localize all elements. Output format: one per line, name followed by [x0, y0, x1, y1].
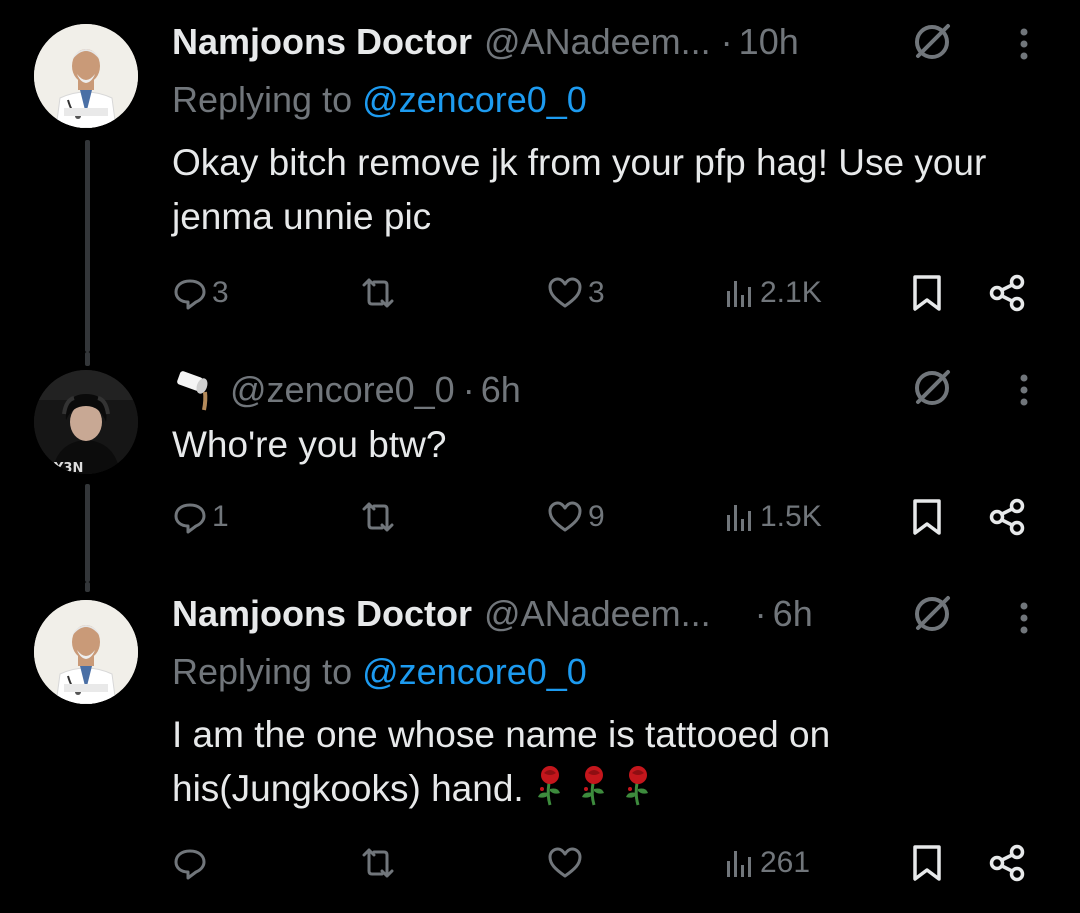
views-button[interactable]: 1.5K	[724, 492, 822, 542]
replying-to-label: Replying to	[172, 79, 363, 120]
wilted-rose-icon	[537, 766, 560, 806]
separator-dot: ·	[462, 369, 475, 410]
display-name[interactable]: Namjoons Doctor	[172, 592, 472, 636]
share-button[interactable]	[988, 492, 1028, 542]
more-options-icon[interactable]	[1012, 596, 1036, 640]
doctor-avatar-image	[34, 600, 138, 704]
reply-icon	[174, 503, 206, 534]
timestamp[interactable]: 10h	[739, 20, 799, 64]
analytics-icon	[727, 281, 751, 307]
retweet-icon	[362, 848, 394, 878]
avatar-shirt-text: Y3N	[53, 461, 83, 474]
share-button[interactable]	[988, 838, 1028, 888]
share-icon	[989, 274, 1025, 312]
share-icon	[989, 844, 1025, 882]
thread-connector	[85, 352, 90, 366]
grok-icon[interactable]	[910, 366, 954, 410]
like-button[interactable]	[546, 838, 588, 888]
action-bar: 261	[172, 838, 1030, 888]
tweet-body: I am the one whose name is tattooed on h…	[172, 708, 1020, 816]
like-button[interactable]: 9	[546, 492, 605, 542]
thread-connector	[85, 140, 90, 352]
tweet[interactable]: Namjoons Doctor @ANadeem... · 10h Replyi…	[0, 0, 1080, 352]
heart-icon	[548, 277, 582, 308]
retweet-button[interactable]	[358, 492, 402, 542]
like-button[interactable]: 3	[546, 268, 605, 318]
heart-icon	[548, 501, 582, 532]
more-options-icon[interactable]	[1012, 22, 1036, 66]
replying-to: Replying to @zencore0_0	[172, 650, 587, 694]
tweet-text: Who're you btw?	[172, 424, 447, 465]
view-count: 2.1K	[760, 276, 822, 309]
replying-to: Replying to @zencore0_0	[172, 78, 587, 122]
tweet-text: I am the one whose name is tattooed on h…	[172, 714, 831, 809]
grok-icon[interactable]	[910, 592, 954, 636]
mention-link[interactable]: @zencore0_0	[362, 651, 587, 692]
wilted-rose-icon	[625, 766, 648, 806]
retweet-icon	[362, 502, 394, 532]
view-count: 1.5K	[760, 500, 822, 533]
thread-connector	[85, 484, 90, 582]
bookmark-icon	[913, 275, 941, 311]
action-bar: 3 3 2.1K	[172, 268, 1030, 318]
retweet-button[interactable]	[358, 268, 402, 318]
separator-dot: ·	[754, 593, 767, 634]
bookmark-icon	[913, 499, 941, 535]
views-button[interactable]: 261	[724, 838, 810, 888]
bookmark-button[interactable]	[910, 492, 944, 542]
tweet[interactable]: Y3N @zencore0_0 · 6h Who're you btw? 1 9…	[0, 352, 1080, 582]
avatar[interactable]: Y3N	[34, 370, 138, 474]
views-button[interactable]: 2.1K	[724, 268, 822, 318]
reply-button[interactable]: 1	[172, 492, 229, 542]
reply-button[interactable]: 3	[172, 268, 229, 318]
share-icon	[989, 498, 1025, 536]
analytics-icon	[727, 851, 751, 877]
tweet-header: Namjoons Doctor @ANadeem... · 6h	[172, 592, 960, 636]
display-name[interactable]: Namjoons Doctor	[172, 20, 472, 64]
timestamp[interactable]: 6h	[773, 592, 813, 636]
reply-count: 3	[212, 276, 229, 309]
view-count: 261	[760, 846, 811, 879]
wilted-rose-icon	[581, 766, 604, 806]
reply-count: 1	[212, 500, 229, 533]
like-count: 3	[588, 276, 605, 309]
timestamp[interactable]: 6h	[481, 368, 521, 412]
thread-connector	[85, 582, 90, 592]
like-count: 9	[588, 500, 605, 533]
mention-link[interactable]: @zencore0_0	[362, 79, 587, 120]
reply-button[interactable]	[172, 838, 212, 888]
grok-icon[interactable]	[910, 20, 954, 64]
separator-dot: ·	[720, 21, 733, 62]
replying-to-label: Replying to	[172, 651, 363, 692]
tweet-text: Okay bitch remove jk from your pfp hag! …	[172, 142, 987, 237]
share-button[interactable]	[988, 268, 1028, 318]
more-options-icon[interactable]	[1012, 368, 1036, 412]
doctor-avatar-image	[34, 24, 138, 128]
retweet-icon	[362, 278, 394, 308]
tweet[interactable]: Namjoons Doctor @ANadeem... · 6h Replyin…	[0, 582, 1080, 913]
tweet-header: Namjoons Doctor @ANadeem... · 10h	[172, 20, 960, 64]
analytics-icon	[727, 505, 751, 531]
user-handle[interactable]: @zencore0_0	[230, 368, 455, 412]
reply-icon	[174, 279, 206, 310]
heart-icon	[548, 847, 582, 878]
avatar[interactable]	[34, 600, 138, 704]
avatar[interactable]	[34, 24, 138, 128]
reply-icon	[174, 849, 206, 880]
user-handle[interactable]: @ANadeem...	[484, 592, 711, 636]
retweet-button[interactable]	[358, 838, 402, 888]
bookmark-button[interactable]	[910, 838, 944, 888]
tweet-header: @zencore0_0 · 6h	[172, 368, 960, 412]
user-handle[interactable]: @ANadeem...	[484, 20, 711, 64]
bookmark-icon	[913, 845, 941, 881]
pouring-liquid-emoji	[177, 371, 208, 411]
zencore-avatar-image: Y3N	[34, 370, 138, 474]
action-bar: 1 9 1.5K	[172, 492, 1030, 542]
bookmark-button[interactable]	[910, 268, 944, 318]
